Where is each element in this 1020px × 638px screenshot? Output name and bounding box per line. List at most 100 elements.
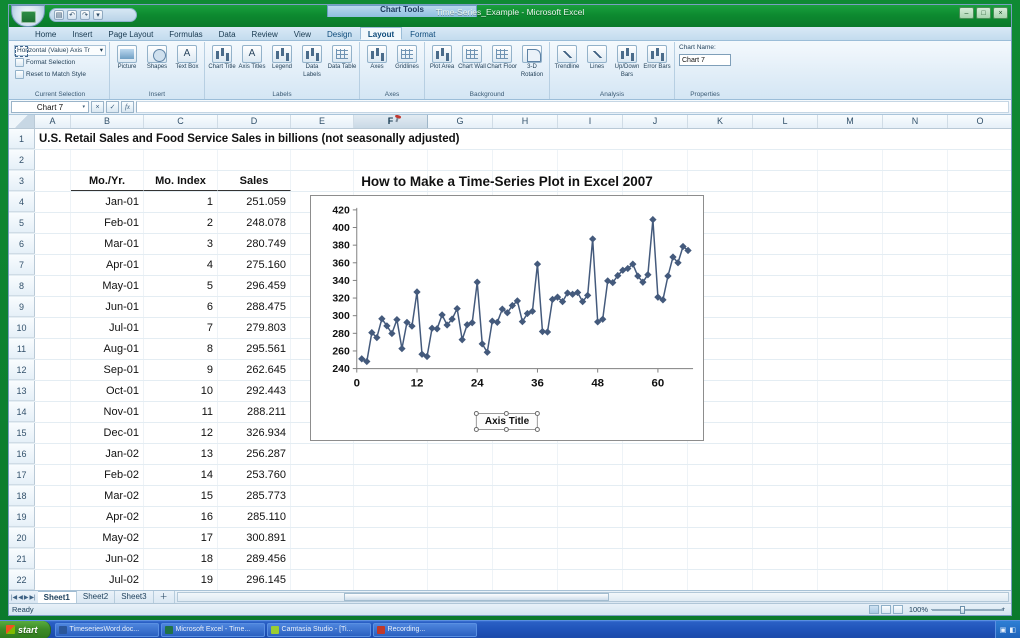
empty-cell[interactable] xyxy=(753,255,818,275)
empty-cell[interactable] xyxy=(354,465,428,485)
cell-mo-yr[interactable]: Mar-01 xyxy=(71,234,144,254)
row-header[interactable]: 9 xyxy=(9,297,35,317)
empty-cell[interactable] xyxy=(688,444,753,464)
reset-to-match-style-button[interactable]: Reset to Match Style xyxy=(14,69,106,80)
empty-cell[interactable] xyxy=(291,486,354,506)
taskbar-item[interactable]: Camtasia Studio - [Ti... xyxy=(266,622,371,637)
cell-sales[interactable]: 296.145 xyxy=(218,570,291,590)
tray-icon-2[interactable]: ◧ xyxy=(1009,626,1016,634)
cell-mo-yr[interactable]: Jun-01 xyxy=(71,297,144,317)
start-button[interactable]: start xyxy=(0,620,51,638)
empty-cell[interactable] xyxy=(688,150,753,170)
close-button[interactable]: × xyxy=(993,7,1008,19)
empty-cell[interactable] xyxy=(428,444,493,464)
row-header[interactable]: 16 xyxy=(9,444,35,464)
empty-cell[interactable] xyxy=(818,213,883,233)
column-header-b[interactable]: B xyxy=(71,115,144,128)
empty-cell[interactable] xyxy=(558,528,623,548)
view-buttons[interactable] xyxy=(868,605,903,614)
empty-cell[interactable] xyxy=(948,318,1011,338)
row-header[interactable]: 4 xyxy=(9,192,35,212)
empty-cell[interactable] xyxy=(291,150,354,170)
empty-cell[interactable] xyxy=(883,549,948,569)
empty-cell[interactable] xyxy=(883,570,948,590)
formula-input[interactable] xyxy=(136,101,1009,113)
empty-cell[interactable] xyxy=(883,507,948,527)
empty-cell[interactable] xyxy=(428,465,493,485)
table-row[interactable]: 20 May-02 17 300.891 xyxy=(9,528,1011,549)
cell-mo-index[interactable]: 14 xyxy=(144,465,218,485)
sheet-nav-buttons[interactable]: |◀ ◀ ▶ ▶| xyxy=(9,591,38,603)
empty-cell[interactable] xyxy=(35,465,71,485)
ribbon-tab-bar[interactable]: Home Insert Page Layout Formulas Data Re… xyxy=(9,27,1011,41)
row-header[interactable]: 1 xyxy=(9,129,35,149)
empty-cell[interactable] xyxy=(291,507,354,527)
cell-mo-yr[interactable]: Jan-01 xyxy=(71,192,144,212)
empty-cell[interactable] xyxy=(948,549,1011,569)
empty-cell[interactable] xyxy=(883,486,948,506)
row-header[interactable]: 18 xyxy=(9,486,35,506)
prev-sheet-icon[interactable]: ◀ xyxy=(18,594,23,601)
cell-sales[interactable]: 248.078 xyxy=(218,213,291,233)
empty-cell[interactable] xyxy=(818,402,883,422)
cell-mo-yr[interactable]: Feb-02 xyxy=(71,465,144,485)
cell-sales[interactable]: 285.773 xyxy=(218,486,291,506)
empty-cell[interactable] xyxy=(818,297,883,317)
cell-sales[interactable]: 251.059 xyxy=(218,192,291,212)
empty-cell[interactable] xyxy=(291,570,354,590)
empty-cell[interactable] xyxy=(883,150,948,170)
empty-cell[interactable] xyxy=(753,381,818,401)
empty-cell[interactable] xyxy=(818,549,883,569)
empty-cell[interactable] xyxy=(558,549,623,569)
cell-sales[interactable]: 285.110 xyxy=(218,507,291,527)
empty-cell[interactable] xyxy=(948,423,1011,443)
picture-button[interactable]: Picture xyxy=(113,43,141,72)
empty-cell[interactable] xyxy=(883,444,948,464)
empty-cell[interactable] xyxy=(818,318,883,338)
cell-sales[interactable]: 300.891 xyxy=(218,528,291,548)
empty-cell[interactable] xyxy=(623,570,688,590)
empty-cell[interactable] xyxy=(753,528,818,548)
table-row[interactable]: 19 Apr-02 16 285.110 xyxy=(9,507,1011,528)
empty-cell[interactable] xyxy=(818,381,883,401)
cell-mo-yr[interactable]: Jul-01 xyxy=(71,318,144,338)
empty-cell[interactable] xyxy=(883,465,948,485)
empty-cell[interactable] xyxy=(623,150,688,170)
cell-mo-index[interactable]: 15 xyxy=(144,486,218,506)
cell-mo-index[interactable]: 13 xyxy=(144,444,218,464)
cell-mo-index[interactable]: 9 xyxy=(144,360,218,380)
tab-view[interactable]: View xyxy=(286,27,319,40)
empty-cell[interactable] xyxy=(623,465,688,485)
tab-formulas[interactable]: Formulas xyxy=(161,27,210,40)
cell-mo-yr[interactable]: Jan-02 xyxy=(71,444,144,464)
empty-cell[interactable] xyxy=(35,486,71,506)
empty-cell[interactable] xyxy=(948,276,1011,296)
empty-cell[interactable] xyxy=(35,381,71,401)
empty-cell[interactable] xyxy=(948,150,1011,170)
empty-cell[interactable] xyxy=(354,549,428,569)
column-header-n[interactable]: N xyxy=(883,115,948,128)
row-header[interactable]: 8 xyxy=(9,276,35,296)
empty-cell[interactable] xyxy=(948,339,1011,359)
empty-cell[interactable] xyxy=(818,171,883,191)
cell-mo-index[interactable]: 8 xyxy=(144,339,218,359)
empty-cell[interactable] xyxy=(818,255,883,275)
empty-cell[interactable] xyxy=(35,276,71,296)
column-header-a[interactable]: A xyxy=(35,115,71,128)
cancel-formula-button[interactable]: × xyxy=(91,101,104,113)
row-header[interactable]: 22 xyxy=(9,570,35,590)
empty-cell[interactable] xyxy=(948,444,1011,464)
text-box-button[interactable]: Text Box xyxy=(173,43,201,72)
plot-area-button[interactable]: Plot Area xyxy=(428,43,456,72)
column-header-f[interactable]: F xyxy=(354,115,428,128)
empty-cell[interactable] xyxy=(948,255,1011,275)
empty-cell[interactable] xyxy=(291,444,354,464)
page-layout-view-icon[interactable] xyxy=(880,605,891,614)
cell-sales[interactable]: 256.287 xyxy=(218,444,291,464)
empty-cell[interactable] xyxy=(818,192,883,212)
insert-sheet-button[interactable]: ＋ xyxy=(154,591,175,603)
table-row[interactable]: 1 U.S. Retail Sales and Food Service Sale… xyxy=(9,129,1011,150)
empty-cell[interactable] xyxy=(35,213,71,233)
empty-cell[interactable] xyxy=(948,486,1011,506)
empty-cell[interactable] xyxy=(948,528,1011,548)
